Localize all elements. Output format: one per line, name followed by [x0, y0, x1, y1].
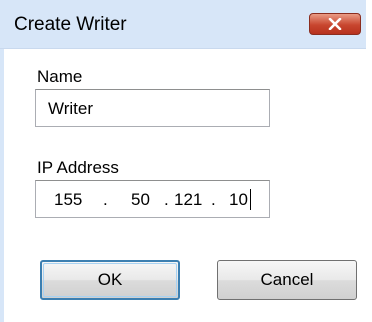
window-frame-left	[0, 49, 4, 322]
ip-dot-3: .	[211, 190, 216, 209]
title-bar[interactable]: Create Writer	[0, 0, 372, 49]
ip-dot-2: .	[164, 190, 169, 209]
ip-address-label: IP Address	[37, 158, 119, 177]
cancel-button-label: Cancel	[260, 270, 314, 289]
name-label: Name	[37, 67, 83, 86]
ip-dot-1: .	[103, 190, 108, 209]
ip-octet-4[interactable]: 10	[229, 190, 248, 210]
dialog-title: Create Writer	[14, 14, 127, 35]
ip-octet-2[interactable]: 50	[131, 190, 150, 210]
ip-address-input[interactable]: 155 . 50 . 121 . 10	[35, 180, 270, 218]
ok-button-label: OK	[97, 270, 123, 289]
ip-octet-1[interactable]: 155	[54, 190, 82, 210]
name-input[interactable]: Writer	[35, 89, 270, 127]
cancel-button[interactable]: Cancel	[217, 260, 357, 300]
close-x-icon	[328, 18, 342, 30]
ok-button[interactable]: OK	[40, 260, 180, 300]
ip-octet-3[interactable]: 121	[174, 190, 202, 210]
create-writer-dialog: Create Writer Name Writer IP Address 155…	[0, 0, 372, 322]
name-input-value: Writer	[48, 99, 94, 118]
window-frame-right	[366, 0, 372, 322]
text-cursor	[250, 189, 251, 210]
close-button[interactable]	[309, 13, 361, 35]
